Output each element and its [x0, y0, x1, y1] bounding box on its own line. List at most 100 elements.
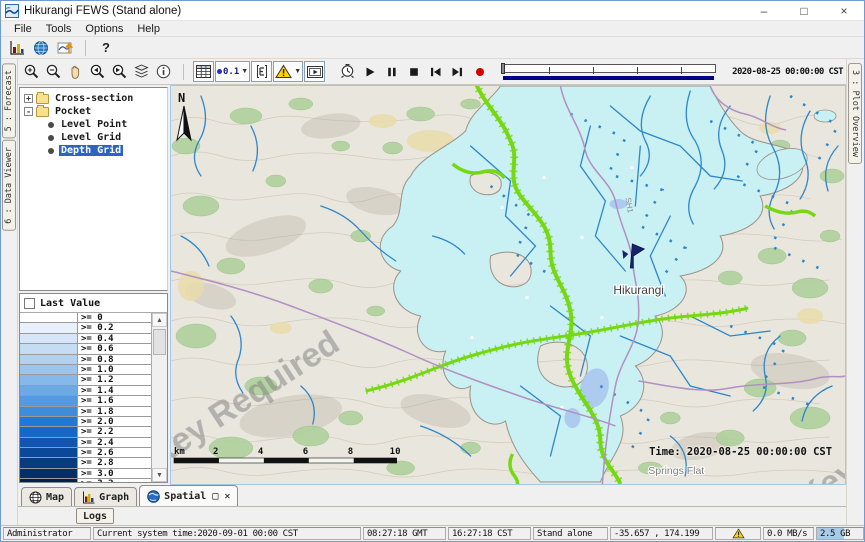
bar-chart-icon — [9, 40, 25, 56]
legend-swatch — [20, 407, 78, 416]
scroll-down-icon[interactable]: ▼ — [152, 468, 167, 482]
tab-data-viewer[interactable]: 6 : Data Viewer — [2, 140, 16, 231]
zoom-in-button[interactable] — [21, 61, 42, 82]
elevation-toggle-button[interactable] — [251, 61, 272, 82]
legend-row: >= 2.2 — [20, 427, 151, 437]
set-animation-time-button[interactable] — [337, 61, 358, 82]
scrollbar-thumb[interactable] — [153, 329, 166, 355]
tree-item-depth-grid[interactable]: Depth Grid — [22, 144, 165, 157]
center-area: 0.1 ▼ ▼ — [18, 59, 846, 525]
legend-swatch — [20, 355, 78, 364]
legend-row: >= 0.2 — [20, 323, 151, 333]
time-slider[interactable] — [501, 63, 716, 81]
legend-row: >= 0 — [20, 313, 151, 323]
tree-item-label[interactable]: Pocket — [53, 106, 93, 117]
thresholds-dropdown[interactable]: ▼ — [273, 61, 303, 82]
menu-item[interactable]: Options — [78, 23, 130, 35]
tab-spatial[interactable]: Spatial □ ✕ — [139, 485, 238, 506]
legend-scrollbar[interactable]: ▲ ▼ — [152, 313, 167, 482]
bullet-icon — [48, 122, 54, 128]
skip-to-end-icon — [451, 66, 464, 78]
zoom-out-button[interactable] — [43, 61, 64, 82]
export-animation-button[interactable] — [304, 61, 325, 82]
chevron-down-icon: ▼ — [294, 68, 301, 75]
log-viewer-button[interactable] — [5, 38, 29, 58]
map-toolbar: 0.1 ▼ ▼ — [18, 59, 846, 85]
map-canvas[interactable]: API Key Required API Key Required N — [170, 85, 846, 485]
tab-restore-icon[interactable]: □ — [212, 491, 218, 502]
zoom-previous-button[interactable] — [87, 61, 108, 82]
last-value-row: Last Value — [20, 294, 167, 312]
legend-threshold-label: >= 0 — [78, 313, 151, 322]
status-user: Administrator — [3, 527, 91, 540]
grid-display-button[interactable] — [193, 61, 214, 82]
scale-tick: 10 — [390, 447, 401, 457]
map-display-button[interactable] — [29, 38, 53, 58]
legend-swatch — [20, 438, 78, 447]
menu-item[interactable]: Tools — [39, 23, 79, 35]
tree-item-label-selected[interactable]: Depth Grid — [59, 145, 123, 156]
tab-map[interactable]: Map — [21, 487, 72, 506]
pan-button[interactable] — [65, 61, 86, 82]
logs-tab[interactable]: Logs — [76, 508, 114, 524]
legend-row: >= 0.8 — [20, 355, 151, 365]
help-icon: ? — [102, 40, 110, 55]
map-svg: API Key Required API Key Required N — [171, 86, 845, 484]
time-slider-range-bar — [503, 76, 714, 80]
zoom-next-button[interactable] — [109, 61, 130, 82]
close-button[interactable]: × — [824, 1, 864, 20]
tab-graph[interactable]: Graph — [74, 487, 137, 506]
minimize-button[interactable]: – — [744, 1, 784, 20]
legend-threshold-label: >= 0.2 — [78, 323, 151, 332]
timeseries-dialog-button[interactable] — [53, 38, 77, 58]
tree-item-label[interactable]: Level Grid — [59, 132, 123, 143]
zoom-previous-icon — [89, 63, 106, 80]
info-button[interactable] — [153, 61, 174, 82]
tab-graph-label: Graph — [99, 492, 129, 503]
expand-icon[interactable]: + — [24, 94, 33, 103]
legend-row: >= 2.4 — [20, 438, 151, 448]
contour-interval-dropdown[interactable]: 0.1 ▼ — [215, 61, 250, 82]
main-toolbar: ? — [1, 37, 864, 59]
legend-swatch — [20, 479, 78, 482]
toolbar-separator — [85, 40, 86, 56]
collapse-icon[interactable]: - — [24, 107, 33, 116]
scroll-up-icon[interactable]: ▲ — [152, 313, 167, 327]
layers-button[interactable] — [131, 61, 152, 82]
time-slider-track[interactable] — [501, 64, 716, 73]
tree-item-label[interactable]: Cross-section — [53, 93, 135, 104]
pause-icon — [386, 66, 398, 78]
maximize-button[interactable]: □ — [784, 1, 824, 20]
menu-item[interactable]: Help — [130, 23, 167, 35]
stop-icon — [408, 66, 420, 78]
legend-panel: Last Value >= 0 — [19, 293, 168, 483]
layers-icon — [133, 63, 150, 80]
timer-clock-icon — [339, 63, 356, 80]
scrollbar-track[interactable] — [152, 327, 167, 468]
layer-tree: + Cross-section - Pocket Level Point — [19, 87, 168, 291]
legend-threshold-label: >= 2.2 — [78, 427, 151, 436]
status-gmt-time: 08:27:18 GMT — [363, 527, 446, 540]
record-button[interactable] — [469, 61, 490, 82]
status-memory: 2.5 GB — [816, 527, 864, 540]
play-button[interactable] — [359, 61, 380, 82]
legend-threshold-label: >= 3.0 — [78, 469, 151, 478]
tree-item-cross-section[interactable]: + Cross-section — [22, 92, 165, 105]
time-slider-handle[interactable] — [501, 63, 505, 74]
tab-plot-overview[interactable]: 3 : Plot Overview — [848, 63, 862, 164]
status-warning[interactable] — [715, 527, 761, 540]
tree-item-label[interactable]: Level Point — [59, 119, 129, 130]
tree-item-level-point[interactable]: Level Point — [22, 118, 165, 131]
tree-item-pocket[interactable]: - Pocket — [22, 105, 165, 118]
go-to-start-button[interactable] — [425, 61, 446, 82]
tab-close-icon[interactable]: ✕ — [224, 491, 230, 502]
last-value-checkbox[interactable] — [24, 298, 35, 309]
help-button[interactable]: ? — [94, 38, 118, 58]
tree-item-level-grid[interactable]: Level Grid — [22, 131, 165, 144]
go-to-end-button[interactable] — [447, 61, 468, 82]
menu-item[interactable]: File — [7, 23, 39, 35]
pause-button[interactable] — [381, 61, 402, 82]
tab-forecast[interactable]: 5 : Forecast — [2, 63, 16, 138]
stop-button[interactable] — [403, 61, 424, 82]
legend-swatch — [20, 365, 78, 374]
